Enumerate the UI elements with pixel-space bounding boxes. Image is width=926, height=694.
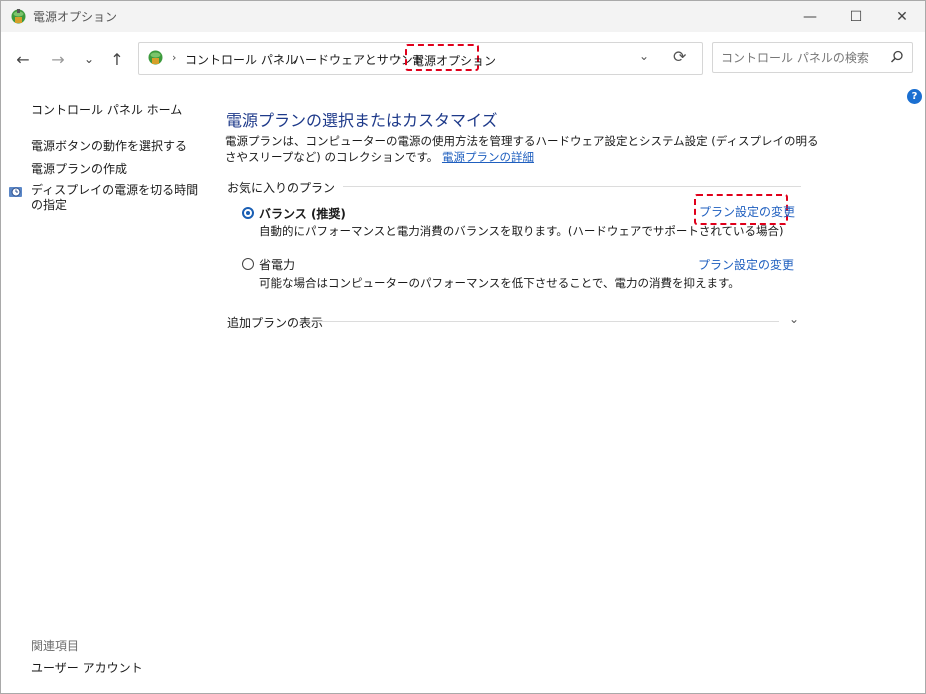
additional-plans-divider — [317, 321, 779, 322]
page-title: 電源プランの選択またはカスタマイズ — [226, 111, 498, 130]
title-bar: 電源オプション — ☐ ✕ — [1, 1, 925, 32]
sidebar-link-control-panel-home[interactable]: コントロール パネル ホーム — [31, 101, 182, 118]
navigation-bar: ← → ⌄ ↑ › コントロール パネル › ハードウェアとサウンド › 電源オ… — [1, 32, 925, 84]
plan-name-power-saver[interactable]: 省電力 — [259, 256, 295, 273]
back-button[interactable]: ← — [13, 49, 33, 69]
change-plan-settings-balanced-link[interactable]: プラン設定の変更 — [694, 194, 795, 225]
display-clock-icon — [9, 187, 22, 197]
related-topics-title: 関連項目 — [31, 639, 80, 653]
sidebar-link-display-off-time[interactable]: ディスプレイの電源を切る時間の指定 — [31, 183, 201, 213]
main-content: 電源プランの選択またはカスタマイズ 電源プランは、コンピューターの電源の使用方法… — [211, 84, 925, 693]
change-plan-settings-balanced-label: プラン設定の変更 — [699, 205, 796, 219]
page-description: 電源プランは、コンピューターの電源の使用方法を管理するハードウェア設定とシステム… — [225, 133, 825, 165]
breadcrumb-power-options[interactable]: 電源オプション — [405, 44, 496, 71]
forward-button[interactable]: → — [48, 49, 68, 69]
plan-radio-power-saver[interactable] — [242, 258, 254, 270]
sidebar-link-create-power-plan[interactable]: 電源プランの作成 — [31, 160, 127, 177]
control-panel-icon — [148, 50, 163, 65]
sidebar-link-power-button-action[interactable]: 電源ボタンの動作を選択する — [31, 137, 187, 154]
breadcrumb-power-options-label: 電源オプション — [412, 54, 497, 68]
search-icon[interactable] — [889, 49, 905, 65]
breadcrumb-separator: › — [172, 51, 177, 64]
favorites-plans-label: お気に入りのプラン — [227, 179, 344, 196]
recent-locations-button[interactable]: ⌄ — [79, 49, 99, 69]
search-box[interactable] — [712, 42, 913, 73]
expand-chevron-icon[interactable]: ⌄ — [789, 312, 799, 326]
sidebar-link-user-accounts[interactable]: ユーザー アカウント — [31, 659, 143, 676]
power-options-window: 電源オプション — ☐ ✕ ← → ⌄ ↑ › コントロール パネル › ハード… — [0, 0, 926, 694]
close-button[interactable]: ✕ — [879, 1, 925, 32]
breadcrumb-separator: › — [397, 51, 402, 64]
power-plan-details-link[interactable]: 電源プランの詳細 — [442, 150, 534, 164]
sidebar: コントロール パネル ホーム 電源ボタンの動作を選択する 電源プランの作成 ディ… — [1, 84, 211, 693]
plan-description-balanced: 自動的にパフォーマンスと電力消費のバランスを取ります。(ハードウェアでサポートさ… — [259, 224, 784, 238]
address-dropdown-icon[interactable]: ⌄ — [639, 49, 649, 63]
address-bar[interactable]: › コントロール パネル › ハードウェアとサウンド › 電源オプション ⌄ ⟳ — [138, 42, 703, 75]
maximize-button[interactable]: ☐ — [833, 1, 879, 32]
up-button[interactable]: ↑ — [107, 49, 127, 69]
plan-description-power-saver: 可能な場合はコンピューターのパフォーマンスを低下させることで、電力の消費を抑えま… — [259, 276, 740, 290]
plan-name-balanced[interactable]: バランス (推奨) — [259, 205, 346, 222]
window-title: 電源オプション — [33, 10, 118, 24]
plan-radio-balanced[interactable] — [242, 207, 254, 219]
change-plan-settings-power-saver-link[interactable]: プラン設定の変更 — [698, 256, 794, 273]
breadcrumb-separator: › — [279, 51, 284, 64]
refresh-icon[interactable]: ⟳ — [673, 47, 686, 66]
show-additional-plans-label[interactable]: 追加プランの表示 — [227, 314, 323, 331]
power-options-app-icon — [11, 9, 26, 24]
search-input[interactable] — [721, 49, 881, 66]
minimize-button[interactable]: — — [787, 1, 833, 32]
